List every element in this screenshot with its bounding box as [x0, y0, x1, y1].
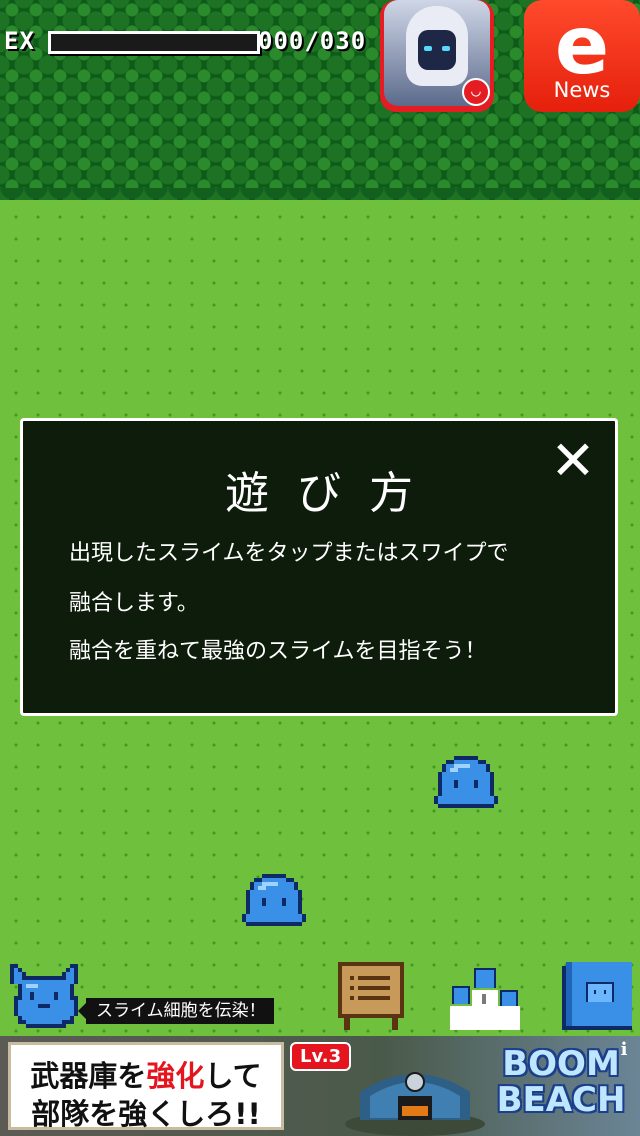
ad-logo: BOOM BEACH [496, 1044, 626, 1120]
ad-copy: 武器庫を強化して 部隊を強くしろ!! [8, 1042, 284, 1131]
notice-board-icon[interactable] [338, 962, 404, 1030]
dialog-line: 融合します。 [69, 591, 199, 616]
news-button[interactable]: e News [524, 0, 640, 112]
slime-book-icon[interactable] [562, 962, 632, 1030]
smile-badge-icon: ◡ [462, 78, 490, 106]
ex-progress-bar [48, 31, 260, 54]
dialog-line: 融合を重ねて最強のスライムを目指そう！ [69, 639, 487, 664]
blue-slime[interactable] [242, 874, 306, 926]
ad-banner[interactable]: 武器庫を強化して 部隊を強くしろ!! Lv.3 BOOM BEACH i [0, 1036, 640, 1136]
ex-count: 000/030 [258, 27, 367, 55]
mascot-icon[interactable] [10, 964, 78, 1028]
blue-slime[interactable] [434, 756, 498, 808]
portrait-eye [442, 46, 450, 51]
portrait-eye [424, 46, 432, 51]
news-logo-letter: e [554, 0, 610, 92]
forest-edge [0, 188, 640, 210]
portrait-face [418, 30, 456, 70]
ad-line-1: 武器庫を強化して [30, 1059, 262, 1093]
close-icon[interactable]: ✕ [543, 433, 603, 493]
promo-app-icon[interactable]: ◡ [380, 0, 494, 112]
infect-slime-label[interactable]: スライム細胞を伝染！ [78, 998, 274, 1024]
how-to-play-dialog: 遊び方 ✕ 出現したスライムをタップまたはスワイプで 融合します。 融合を重ねて… [20, 418, 618, 716]
armory-building-icon [345, 1072, 485, 1136]
ad-info-icon[interactable]: i [614, 1040, 634, 1060]
ranking-podium-icon[interactable] [450, 962, 520, 1030]
news-label: News [553, 78, 611, 102]
dialog-title: 遊び方 [225, 468, 441, 519]
ex-label: EX [4, 27, 35, 55]
ad-line-2: 部隊を強くしろ!! [31, 1097, 261, 1131]
dialog-line: 出現したスライムをタップまたはスワイプで [69, 541, 509, 566]
